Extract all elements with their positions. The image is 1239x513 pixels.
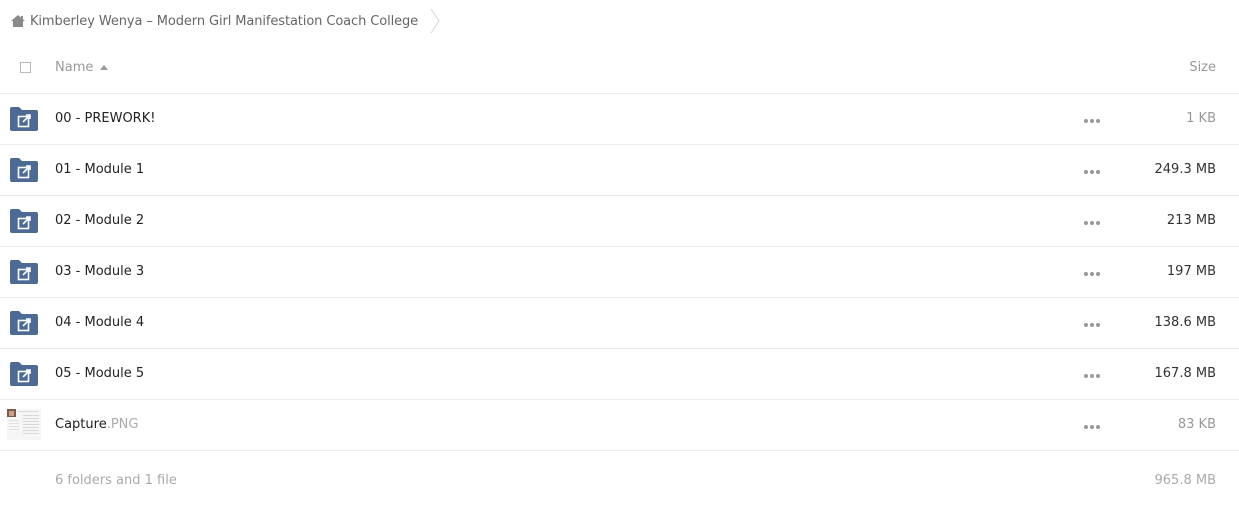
more-options-icon[interactable] — [1084, 271, 1100, 277]
item-size: 213 MB — [1166, 213, 1216, 228]
list-item-folder[interactable]: 01 - Module 1 249.3 MB — [0, 145, 1239, 196]
breadcrumb-folder-title[interactable]: Kimberley Wenya – Modern Girl Manifestat… — [30, 14, 418, 29]
list-item-file[interactable]: Capture.PNG 83 KB — [0, 400, 1239, 451]
list-footer: 6 folders and 1 file 965.8 MB — [0, 468, 1239, 498]
shared-folder-icon[interactable] — [10, 107, 38, 131]
item-name[interactable]: 05 - Module 5 — [55, 366, 144, 381]
image-thumbnail[interactable] — [7, 409, 41, 440]
item-name-text: 00 - PREWORK! — [55, 111, 156, 126]
item-extension: .PNG — [106, 417, 139, 432]
item-name-text: 05 - Module 5 — [55, 366, 145, 381]
item-name-text: 02 - Module 2 — [55, 213, 145, 228]
breadcrumb: Kimberley Wenya – Modern Girl Manifestat… — [10, 8, 440, 34]
total-size: 965.8 MB — [1154, 473, 1216, 488]
item-size: 1 KB — [1186, 111, 1216, 126]
item-name-text: Capture — [55, 417, 107, 432]
sort-ascending-icon — [100, 65, 109, 70]
item-size: 249.3 MB — [1154, 162, 1216, 177]
list-item-folder[interactable]: 05 - Module 5 167.8 MB — [0, 349, 1239, 400]
more-options-icon[interactable] — [1084, 424, 1100, 430]
name-column-header[interactable]: Name — [55, 60, 109, 75]
size-column-header[interactable]: Size — [1189, 60, 1216, 75]
item-name-text: 01 - Module 1 — [55, 162, 145, 177]
list-item-folder[interactable]: 02 - Module 2 213 MB — [0, 196, 1239, 247]
item-name[interactable]: 02 - Module 2 — [55, 213, 144, 228]
file-list-header: Name Size — [0, 43, 1239, 94]
more-options-icon[interactable] — [1084, 220, 1100, 226]
item-size: 138.6 MB — [1154, 315, 1216, 330]
item-name-text: 03 - Module 3 — [55, 264, 145, 279]
home-icon[interactable] — [10, 13, 26, 29]
list-item-folder[interactable]: 00 - PREWORK! 1 KB — [0, 94, 1239, 145]
name-column-label: Name — [55, 60, 94, 75]
item-size: 167.8 MB — [1154, 366, 1216, 381]
shared-folder-icon[interactable] — [10, 260, 38, 284]
more-options-icon[interactable] — [1084, 118, 1100, 124]
more-options-icon[interactable] — [1084, 169, 1100, 175]
more-options-icon[interactable] — [1084, 373, 1100, 379]
shared-folder-icon[interactable] — [10, 158, 38, 182]
item-size: 83 KB — [1177, 417, 1216, 432]
item-name[interactable]: 00 - PREWORK! — [55, 111, 155, 126]
item-name[interactable]: 01 - Module 1 — [55, 162, 144, 177]
shared-folder-icon[interactable] — [10, 311, 38, 335]
shared-folder-icon[interactable] — [10, 209, 38, 233]
list-item-folder[interactable]: 04 - Module 4 138.6 MB — [0, 298, 1239, 349]
breadcrumb-chevron-icon — [430, 8, 440, 34]
item-count-summary: 6 folders and 1 file — [55, 473, 177, 488]
item-name[interactable]: Capture.PNG — [55, 417, 138, 432]
list-item-folder[interactable]: 03 - Module 3 197 MB — [0, 247, 1239, 298]
item-name[interactable]: 04 - Module 4 — [55, 315, 144, 330]
item-name-text: 04 - Module 4 — [55, 315, 145, 330]
shared-folder-icon[interactable] — [10, 362, 38, 386]
item-name[interactable]: 03 - Module 3 — [55, 264, 144, 279]
more-options-icon[interactable] — [1084, 322, 1100, 328]
item-size: 197 MB — [1166, 264, 1216, 279]
select-all-checkbox[interactable] — [20, 62, 31, 73]
file-list: 00 - PREWORK! 1 KB 01 - Module 1 249.3 M… — [0, 94, 1239, 451]
